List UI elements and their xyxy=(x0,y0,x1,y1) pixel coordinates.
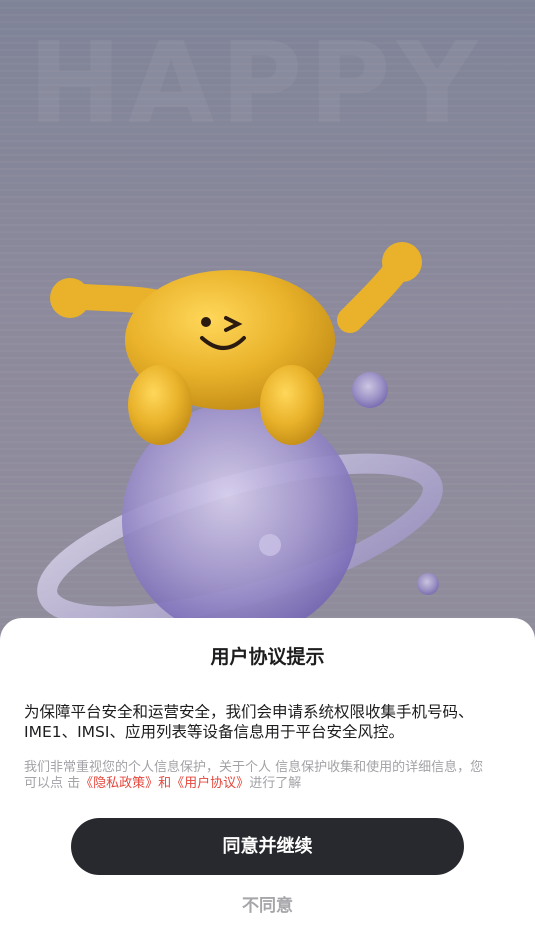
agree-and-continue-button[interactable]: 同意并继续 xyxy=(71,818,464,875)
dialog-privacy-note: 我们非常重视您的个人信息保护，关于个人 信息保护收集和使用的详细信息，您可以点 … xyxy=(24,760,494,792)
privacy-policy-link[interactable]: 《隐私政策》 xyxy=(80,776,158,791)
background-watermark: HAPPY xyxy=(28,19,484,149)
mascot-illustration xyxy=(37,242,443,620)
dialog-title: 用户协议提示 xyxy=(210,646,325,668)
user-agreement-dialog: 用户协议提示 为保障平台安全和运营安全，我们会申请系统权限收集手机号码、IME1… xyxy=(0,618,535,951)
link-joiner: 和 xyxy=(158,776,172,791)
disagree-button[interactable]: 不同意 xyxy=(0,893,535,919)
note-suffix: 进行了解 xyxy=(249,776,302,791)
user-agreement-link[interactable]: 《用户协议》 xyxy=(171,776,249,791)
dialog-body-text: 为保障平台安全和运营安全，我们会申请系统权限收集手机号码、IME1、IMSI、应… xyxy=(24,703,474,741)
